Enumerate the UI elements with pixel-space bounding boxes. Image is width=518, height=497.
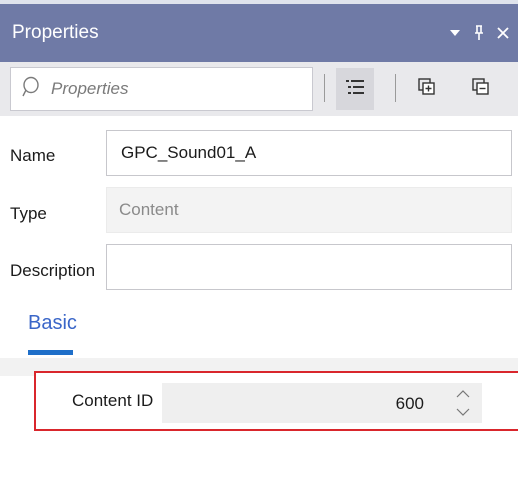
name-label: Name [10,146,56,165]
panel-title: Properties [12,22,99,43]
chevron-up-icon[interactable] [455,387,471,401]
toolbar-separator [395,74,396,102]
content-id-row: Content ID 600 [34,371,518,431]
name-input[interactable] [119,142,511,164]
collapse-all-button[interactable] [462,68,500,110]
chevron-down-icon[interactable] [455,405,471,419]
categorized-view-button[interactable] [336,68,374,110]
search-icon [21,76,39,103]
type-label: Type [10,204,47,223]
pin-icon[interactable] [472,24,486,42]
categorized-list-icon [346,79,364,100]
type-value: Content [119,200,179,219]
toolbar-separator [324,74,325,102]
description-field[interactable] [106,244,512,290]
tab-active-indicator [28,350,73,355]
content-id-label: Content ID [72,391,154,410]
dropdown-icon[interactable] [448,24,462,42]
properties-toolbar [0,62,518,116]
content-id-stepper[interactable] [444,383,482,423]
description-input[interactable] [119,256,511,278]
description-label: Description [10,261,96,280]
collapse-all-icon [472,77,490,101]
type-field: Content [106,187,512,233]
search-input[interactable] [49,78,293,100]
search-box[interactable] [10,67,313,111]
expand-all-icon [418,77,436,101]
expand-all-button[interactable] [408,68,446,110]
close-icon[interactable] [496,24,510,42]
name-field[interactable] [106,130,512,176]
content-id-value[interactable]: 600 [396,394,424,414]
content-id-field[interactable]: 600 [162,383,482,423]
panel-window-controls [448,4,510,62]
tab-basic[interactable]: Basic [28,312,77,335]
panel-titlebar: Properties [0,4,518,62]
